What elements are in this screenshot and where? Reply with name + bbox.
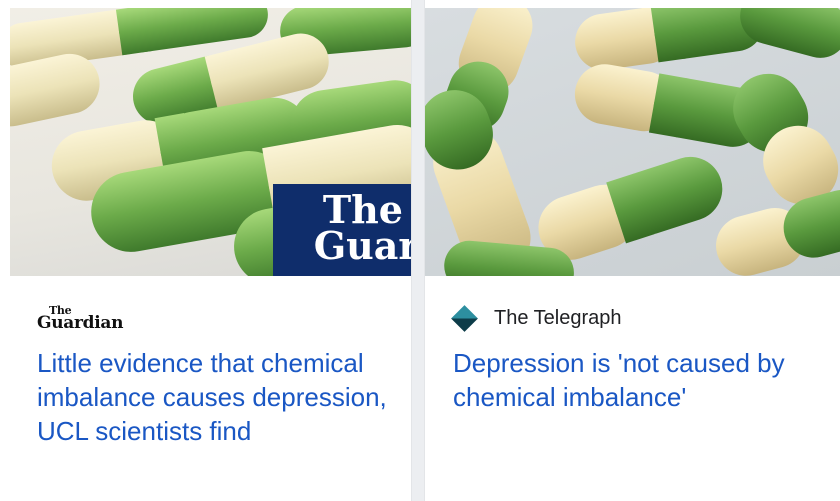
guardian-watermark-badge: The Guard: [273, 184, 411, 276]
publisher-row: The Guardian: [37, 303, 124, 333]
telegraph-diamond-icon: [451, 304, 478, 332]
article-headline[interactable]: Depression is 'not caused by chemical im…: [453, 346, 823, 414]
guardian-logo: The Guardian: [37, 303, 124, 333]
article-thumbnail[interactable]: [425, 8, 840, 276]
capsules-image: [425, 8, 840, 276]
news-card-telegraph[interactable]: The Telegraph Depression is 'not caused …: [425, 0, 840, 501]
article-thumbnail[interactable]: The Guard: [10, 8, 411, 276]
publisher-name: The Telegraph: [494, 306, 622, 329]
article-headline[interactable]: Little evidence that chemical imbalance …: [37, 346, 397, 448]
publisher-row: The Telegraph: [451, 304, 622, 332]
news-card-guardian[interactable]: The Guard The Guardian Little evidence t…: [0, 0, 411, 501]
